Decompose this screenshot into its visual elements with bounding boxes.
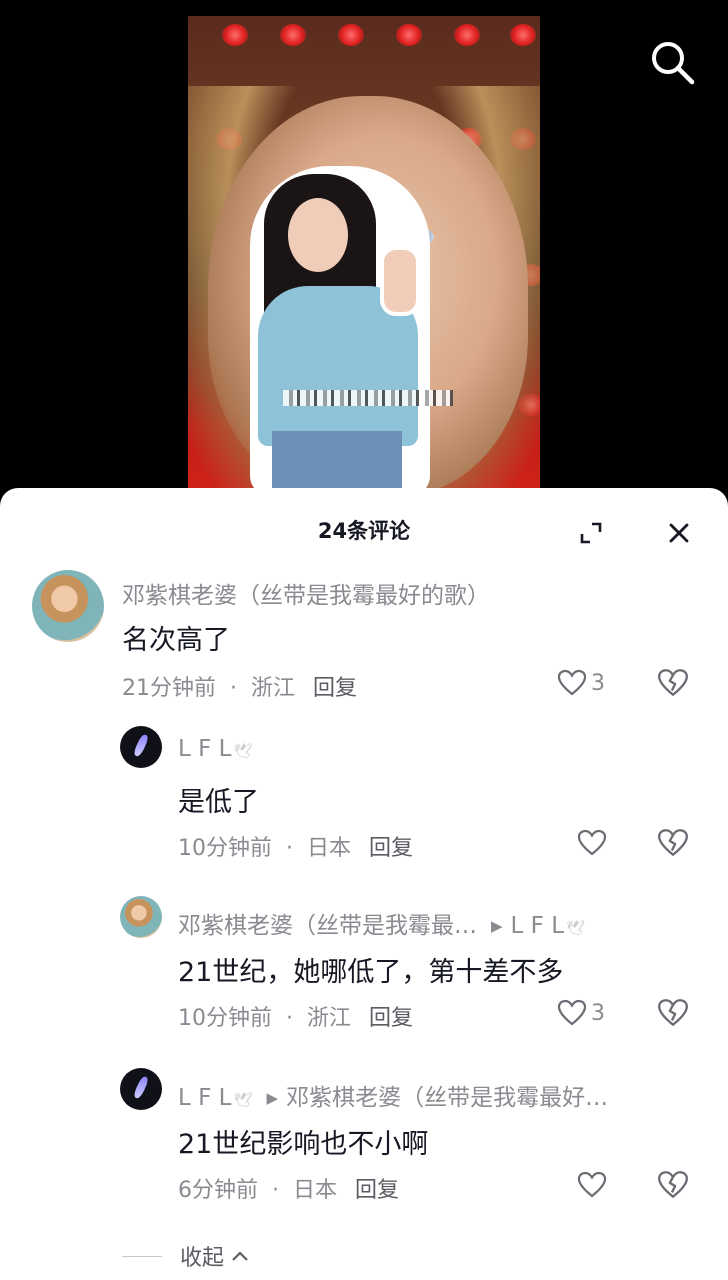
- like-button[interactable]: 3: [556, 996, 616, 1030]
- comment-meta: 21分钟前 · 浙江 回复: [122, 676, 358, 701]
- avatar[interactable]: [32, 570, 104, 642]
- comment-author[interactable]: 邓紫棋老婆（丝带是我霉最… ▶ L F L 🕊: [178, 906, 708, 940]
- reply-item: L F L 🕊 ▶ 邓紫棋老婆（丝带是我霉最好… 21世纪影响也不小啊 6分钟前 · 日本…: [0, 488, 728, 1203]
- heart-icon: [577, 829, 607, 856]
- avatar[interactable]: [120, 1068, 162, 1110]
- like-button[interactable]: 3: [556, 666, 616, 700]
- heart-icon: [557, 999, 587, 1026]
- comment-time: 10分钟前: [178, 836, 272, 861]
- like-count: 3: [591, 670, 605, 696]
- like-button[interactable]: [576, 826, 636, 860]
- comment-author[interactable]: 邓紫棋老婆（丝带是我霉最好的歌）: [122, 576, 712, 610]
- video-player[interactable]: [0, 0, 728, 500]
- comment-meta: 10分钟前 · 浙江 回复: [178, 1006, 414, 1031]
- comment-location: 浙江: [251, 676, 296, 701]
- comment-text[interactable]: 名次高了: [122, 618, 230, 657]
- comment-text[interactable]: 21世纪，她哪低了，第十差不多: [178, 950, 563, 989]
- collapse-label: 收起: [180, 1246, 225, 1271]
- reply-button[interactable]: 回复: [355, 1178, 399, 1203]
- comment-meta: 6分钟前 · 日本 回复: [178, 1178, 400, 1203]
- video-frame: [188, 16, 540, 496]
- chevron-up-icon: [232, 1251, 248, 1261]
- blurred-subtitle: [283, 390, 453, 406]
- reply-button[interactable]: 回复: [313, 676, 357, 701]
- heart-icon: [557, 669, 587, 696]
- like-button[interactable]: [576, 1168, 636, 1202]
- comment-item: 邓紫棋老婆（丝带是我霉最好的歌） 名次高了 21分钟前 · 浙江 回复 3: [0, 488, 728, 708]
- reply-button[interactable]: 回复: [369, 836, 413, 861]
- broken-heart-icon[interactable]: [656, 826, 690, 860]
- comment-location: 日本: [293, 1178, 338, 1203]
- collapse-replies-button[interactable]: 收起: [122, 1240, 250, 1272]
- comment-author[interactable]: L F L 🕊: [178, 736, 678, 762]
- comment-sheet: 24条评论 邓紫棋老婆（丝带是我霉最好的歌） 名次高了 21分钟前 · 浙江 回复 3: [0, 488, 728, 1280]
- avatar[interactable]: [120, 896, 162, 938]
- comment-text[interactable]: 21世纪影响也不小啊: [178, 1122, 428, 1161]
- comment-location: 浙江: [307, 1006, 352, 1031]
- broken-heart-icon[interactable]: [656, 996, 690, 1030]
- comment-location: 日本: [307, 836, 352, 861]
- presenter-cutout: [250, 166, 430, 496]
- broken-heart-icon[interactable]: [656, 666, 690, 700]
- comment-time: 10分钟前: [178, 1006, 272, 1031]
- reply-arrow-icon: ▶: [491, 917, 503, 935]
- comment-author[interactable]: L F L 🕊 ▶ 邓紫棋老婆（丝带是我霉最好…: [178, 1078, 708, 1112]
- search-icon[interactable]: [648, 38, 696, 86]
- comment-time: 6分钟前: [178, 1178, 258, 1203]
- comment-meta: 10分钟前 · 日本 回复: [178, 836, 414, 861]
- like-count: 3: [591, 1000, 605, 1026]
- comment-text[interactable]: 是低了: [178, 780, 259, 819]
- broken-heart-icon[interactable]: [656, 1168, 690, 1202]
- heart-icon: [577, 1171, 607, 1198]
- avatar[interactable]: [120, 726, 162, 768]
- comment-time: 21分钟前: [122, 676, 216, 701]
- reply-arrow-icon: ▶: [266, 1089, 279, 1107]
- divider: [122, 1255, 162, 1257]
- reply-button[interactable]: 回复: [369, 1006, 413, 1031]
